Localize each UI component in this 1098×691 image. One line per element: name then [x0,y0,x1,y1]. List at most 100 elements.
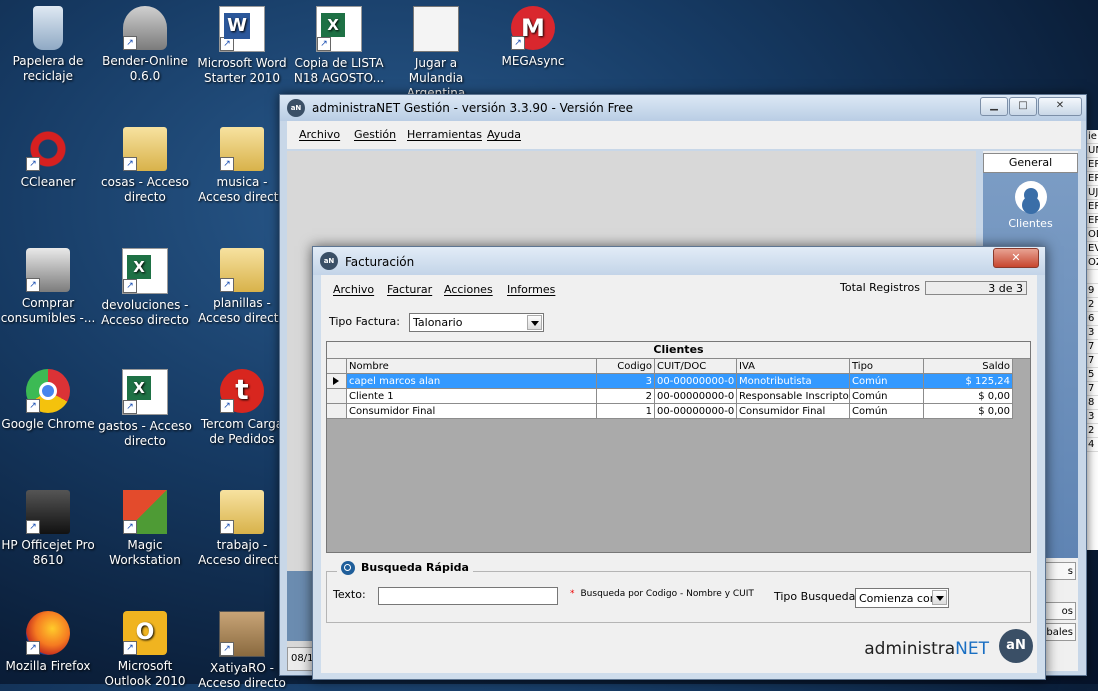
printer-icon: ↗ [26,248,70,292]
desktop-icon-gastos[interactable]: ↗ gastos - Acceso directo [97,363,193,449]
desktop-icon-devoluciones[interactable]: ↗ devoluciones - Acceso directo [97,242,193,328]
close-button[interactable]: ✕ [993,248,1039,268]
desktop-icon-cosas[interactable]: ↗ cosas - Acceso directo [97,121,193,205]
side-item-clientes[interactable]: Clientes [983,181,1078,230]
sheet-cell: 7 [1087,382,1098,396]
facturacion-title-bar[interactable]: aN Facturación ✕ [313,247,1045,275]
menu-acciones[interactable]: Acciones [444,283,493,296]
table-row-cell-codigo[interactable]: 3 [597,374,655,389]
desktop-icon-outlook[interactable]: ↗ Microsoft Outlook 2010 [97,605,193,689]
table-row-cell-tipo[interactable]: Común [850,374,924,389]
menu-informes[interactable]: Informes [507,283,555,296]
table-row-cell-cuit[interactable]: 00-00000000-0 [655,374,737,389]
table-row-cell-nombre[interactable]: Cliente 1 [347,389,597,404]
desktop-icon-label: CCleaner [20,175,76,189]
column-header-nombre[interactable]: Nombre [347,359,597,374]
main-window-title: administraNET Gestión - versión 3.3.90 -… [312,101,634,115]
desktop-icon-trabajo[interactable]: ↗ trabajo - Acceso directo [194,484,290,568]
table-row-cell-codigo[interactable]: 1 [597,404,655,419]
menu-archivo[interactable]: Archivo [333,283,374,296]
column-header-cuit[interactable]: CUIT/DOC [655,359,737,374]
clientes-grid[interactable]: Clientes Nombre Codigo CUIT/DOC IVA Tipo… [326,341,1031,553]
desktop-icon-lista-agosto[interactable]: ↗ Copia de LISTA N18 AGOSTO... [291,0,387,86]
table-row-cell-nombre[interactable]: capel marcos alan [347,374,597,389]
tab-general[interactable]: General [983,153,1078,173]
shortcut-arrow-icon: ↗ [123,157,137,171]
table-row-cell-tipo[interactable]: Común [850,404,924,419]
desktop-icon-bender-online[interactable]: ↗ Bender-Online 0.6.0 [97,0,193,84]
row-indicator[interactable] [327,389,347,404]
texto-label: Texto: [333,588,366,601]
tipo-factura-value: Talonario [413,316,463,329]
desktop-icon-megasync[interactable]: ↗ MEGAsync [485,0,581,69]
administranet-logo-icon: aN [287,99,305,117]
close-button[interactable]: ✕ [1038,97,1082,116]
desktop-icon-xatiyaro[interactable]: ↗ XatiyaRO - Acceso directo [194,605,290,691]
menu-herramientas[interactable]: Herramientas [407,128,482,141]
table-row-cell-nombre[interactable]: Consumidor Final [347,404,597,419]
desktop-icon-planillas[interactable]: ↗ planillas - Acceso directo [194,242,290,326]
table-row-cell-iva[interactable]: Responsable Inscripto [737,389,850,404]
menu-archivo[interactable]: Archivo [299,128,340,141]
desktop-icon-label: Mozilla Firefox [5,659,91,673]
table-row-cell-cuit[interactable]: 00-00000000-0 [655,404,737,419]
table-row-cell-cuit[interactable]: 00-00000000-0 [655,389,737,404]
table-row-cell-codigo[interactable]: 2 [597,389,655,404]
shortcut-arrow-icon: ↗ [220,399,234,413]
row-indicator[interactable] [327,404,347,419]
hint-text: Busqueda por Codigo - Nombre y CUIT [580,589,754,599]
main-title-bar[interactable]: aN administraNET Gestión - versión 3.3.9… [280,95,1086,121]
table-row-cell-tipo[interactable]: Común [850,389,924,404]
desktop-icon-label: Copia de LISTA N18 AGOSTO... [293,56,385,85]
desktop-icon-firefox[interactable]: ↗ Mozilla Firefox [0,605,96,674]
desktop-icon-musica[interactable]: ↗ musica - Acceso directo [194,121,290,205]
desktop-icon-word[interactable]: ↗ Microsoft Word Starter 2010 [194,0,290,86]
desktop-icon-mulandia[interactable]: Jugar a Mulandia Argentina [388,0,484,101]
sheet-cell: 7 [1087,354,1098,368]
column-header-saldo[interactable]: Saldo [924,359,1013,374]
desktop-icon-label: planillas - Acceso directo [198,296,286,325]
desktop-icon-magic-workstation[interactable]: ↗ Magic Workstation [97,484,193,568]
chevron-down-icon[interactable] [932,590,947,605]
desktop-icon-chrome[interactable]: ↗ Google Chrome [0,363,96,432]
column-header-iva[interactable]: IVA [737,359,850,374]
table-row-cell-iva[interactable]: Consumidor Final [737,404,850,419]
tipo-factura-select[interactable]: Talonario [409,313,544,332]
table-row-cell-iva[interactable]: Monotributista [737,374,850,389]
desktop-icon-ccleaner[interactable]: ↗ CCleaner [0,121,96,190]
sheet-cell: 8 [1087,396,1098,410]
desktop-icon-hp-officejet[interactable]: ↗ HP Officejet Pro 8610 [0,484,96,568]
menu-gestion[interactable]: Gestión [354,128,396,141]
search-input[interactable] [378,587,558,605]
desktop-icon-label: Papelera de reciclaje [12,54,84,83]
sheet-cell: OD [1087,228,1098,242]
maximize-button[interactable]: □ [1009,97,1037,116]
shortcut-arrow-icon: ↗ [123,400,137,414]
sheet-cell: 4 [1087,438,1098,452]
brand-wordmark: administraNET [864,639,989,659]
menu-facturar[interactable]: Facturar [387,283,432,296]
desktop-icon-tercom[interactable]: ↗ Tercom Carga de Pedidos [194,363,290,447]
minimize-button[interactable]: ▁ [980,97,1008,116]
desktop-icon-label: Microsoft Word Starter 2010 [197,56,287,85]
row-indicator[interactable] [327,374,347,389]
facturacion-window[interactable]: aN Facturación ✕ Archivo Facturar Accion… [312,246,1046,680]
tipo-busqueda-select[interactable]: Comienza con [855,588,949,608]
folder-icon: ↗ [220,127,264,171]
column-header-codigo[interactable]: Codigo [597,359,655,374]
busqueda-rapida-group: Busqueda Rápida Texto: * Busqueda por Cod… [326,561,1031,623]
desktop-icon-label: trabajo - Acceso directo [198,538,286,567]
sheet-cell [1087,270,1098,284]
chevron-down-icon[interactable] [527,315,542,330]
column-header-tipo[interactable]: Tipo [850,359,924,374]
desktop-icon-recycle-bin[interactable]: Papelera de reciclaje [0,0,96,84]
table-row-cell-saldo[interactable]: $ 125,24 [924,374,1013,389]
table-row-cell-saldo[interactable]: $ 0,00 [924,404,1013,419]
chrome-icon: ↗ [26,369,70,413]
background-spreadsheet[interactable]: ieUNERERUJERERODEVOZ926377578324 [1086,130,1098,550]
desktop-icon-comprar-consumibles[interactable]: ↗ Comprar consumibles -... [0,242,96,326]
table-row-cell-saldo[interactable]: $ 0,00 [924,389,1013,404]
menu-ayuda[interactable]: Ayuda [487,128,521,141]
shortcut-arrow-icon: ↗ [317,37,331,51]
sheet-cell: ie [1087,130,1098,144]
